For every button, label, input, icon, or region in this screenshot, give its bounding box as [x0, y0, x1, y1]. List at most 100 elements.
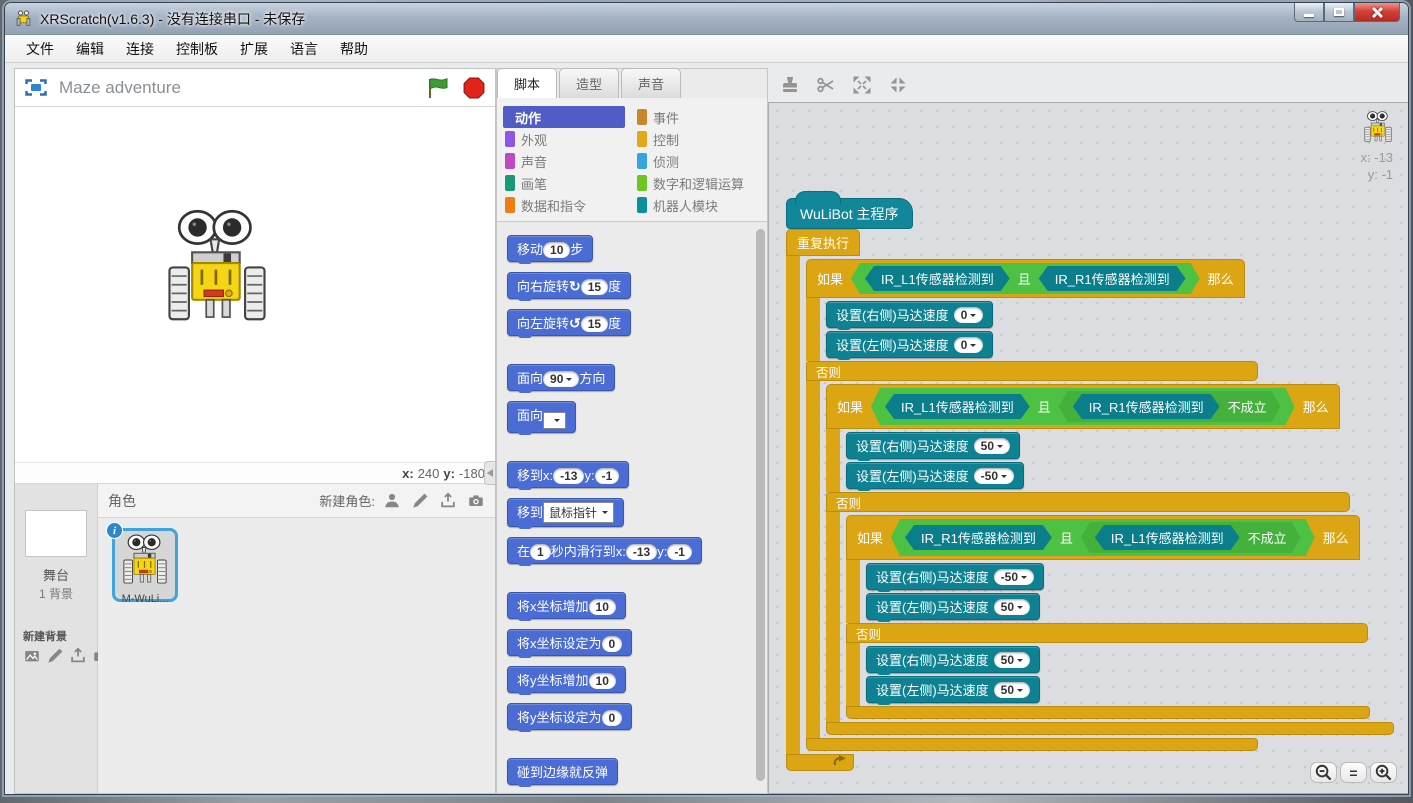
- motor-speed-dropdown[interactable]: -50: [994, 569, 1034, 585]
- zoom-in-button[interactable]: [1370, 762, 1397, 783]
- category-画笔[interactable]: 画笔: [503, 172, 635, 194]
- zoom-out-button[interactable]: [1310, 762, 1337, 783]
- category-数字和逻辑运算[interactable]: 数字和逻辑运算: [635, 172, 767, 194]
- condition-sensor[interactable]: IR_R1传感器检测到: [1039, 266, 1186, 291]
- condition-sensor[interactable]: IR_R1传感器检测到: [1073, 394, 1220, 419]
- new-backdrop-upload-button[interactable]: [69, 647, 87, 665]
- else-bar[interactable]: 否则: [826, 492, 1350, 512]
- palette-block[interactable]: 面向: [507, 401, 576, 433]
- palette-block[interactable]: 移动10步: [507, 235, 593, 262]
- category-声音[interactable]: 声音: [503, 150, 635, 172]
- block-set-motor-left[interactable]: 设置(左侧)马达速度-50: [846, 462, 1024, 489]
- condition-and[interactable]: IR_L1传感器检测到且IR_R1传感器检测到: [851, 263, 1200, 294]
- condition-sensor[interactable]: IR_L1传感器检测到: [865, 266, 1010, 291]
- menu-item-file[interactable]: 文件: [15, 35, 65, 63]
- tab-scripts[interactable]: 脚本: [497, 68, 557, 99]
- stage-thumbnail[interactable]: [25, 510, 87, 557]
- number-input[interactable]: 1: [530, 544, 551, 560]
- motor-speed-dropdown[interactable]: 50: [974, 438, 1010, 454]
- number-input[interactable]: 0: [602, 636, 623, 652]
- menu-item-board[interactable]: 控制板: [165, 35, 229, 63]
- if-header[interactable]: 如果IR_L1传感器检测到且IR_R1传感器检测到不成立那么: [826, 384, 1340, 429]
- else-bar[interactable]: 否则: [806, 361, 1258, 381]
- condition-not[interactable]: IR_L1传感器检测到不成立: [1081, 522, 1301, 553]
- number-input[interactable]: 10: [589, 599, 616, 615]
- forever-footer[interactable]: [786, 754, 854, 771]
- motor-speed-dropdown[interactable]: 50: [994, 652, 1030, 668]
- menu-item-connect[interactable]: 连接: [115, 35, 165, 63]
- motor-speed-dropdown[interactable]: -50: [974, 468, 1014, 484]
- new-backdrop-paint-button[interactable]: [46, 647, 64, 665]
- palette-block[interactable]: 移到鼠标指针: [507, 498, 624, 527]
- menu-dropdown[interactable]: 鼠标指针: [543, 502, 614, 523]
- tab-costumes[interactable]: 造型: [559, 68, 619, 99]
- block-set-motor-right[interactable]: 设置(右侧)马达速度50: [846, 432, 1020, 459]
- palette-block[interactable]: 碰到边缘就反弹: [507, 758, 618, 785]
- number-input[interactable]: -13: [553, 468, 584, 484]
- palette-block[interactable]: 将x坐标增加10: [507, 592, 626, 619]
- menu-item-language[interactable]: 语言: [279, 35, 329, 63]
- condition-sensor[interactable]: IR_R1传感器检测到: [905, 525, 1052, 550]
- number-input[interactable]: 10: [543, 242, 570, 258]
- number-input[interactable]: -1: [667, 544, 692, 560]
- condition-and[interactable]: IR_R1传感器检测到且IR_L1传感器检测到不成立: [891, 519, 1315, 556]
- motor-speed-dropdown[interactable]: 0: [954, 307, 984, 323]
- stage-sprite-wulibot[interactable]: [163, 209, 271, 333]
- palette-block[interactable]: 将y坐标设定为0: [507, 703, 632, 730]
- category-控制[interactable]: 控制: [635, 128, 767, 150]
- tab-sounds[interactable]: 声音: [621, 68, 681, 99]
- close-button[interactable]: [1354, 3, 1400, 22]
- stop-button[interactable]: [463, 77, 485, 99]
- condition-sensor[interactable]: IR_L1传感器检测到: [1095, 525, 1240, 550]
- category-数据和指令[interactable]: 数据和指令: [503, 194, 635, 216]
- menu-item-help[interactable]: 帮助: [329, 35, 379, 63]
- block-set-motor-left[interactable]: 设置(左侧)马达速度0: [826, 331, 993, 358]
- menu-item-edit[interactable]: 编辑: [65, 35, 115, 63]
- if-footer[interactable]: [806, 738, 1258, 751]
- palette-block[interactable]: 将y坐标增加10: [507, 666, 626, 693]
- green-flag-button[interactable]: [427, 77, 451, 99]
- maximize-button[interactable]: [1324, 3, 1354, 22]
- condition-not[interactable]: IR_R1传感器检测到不成立: [1059, 391, 1281, 422]
- else-bar[interactable]: 否则: [846, 623, 1368, 643]
- new-sprite-paint-button[interactable]: [411, 492, 429, 510]
- number-input[interactable]: -1: [595, 468, 620, 484]
- sprite-info-button[interactable]: i: [106, 522, 123, 539]
- forever-header[interactable]: 重复执行: [786, 229, 860, 256]
- stage-collapse-button[interactable]: [484, 461, 496, 485]
- number-input[interactable]: 10: [589, 673, 616, 689]
- number-input[interactable]: -13: [626, 544, 657, 560]
- new-sprite-camera-button[interactable]: [467, 492, 485, 510]
- menu-dropdown[interactable]: [543, 412, 566, 429]
- if-header[interactable]: 如果IR_R1传感器检测到且IR_L1传感器检测到不成立那么: [846, 515, 1360, 560]
- motor-speed-dropdown[interactable]: 50: [994, 599, 1030, 615]
- block-set-motor-right[interactable]: 设置(右侧)马达速度0: [826, 301, 993, 328]
- palette-block[interactable]: 向右旋转↻15度: [507, 272, 631, 299]
- palette-block[interactable]: 向左旋转↺15度: [507, 309, 631, 336]
- fullscreen-icon[interactable]: [25, 79, 47, 96]
- block-set-motor-right[interactable]: 设置(右侧)马达速度50: [866, 646, 1040, 673]
- block-set-motor-left[interactable]: 设置(左侧)马达速度50: [866, 676, 1040, 703]
- zoom-eq-button[interactable]: =: [1340, 762, 1367, 783]
- palette-block[interactable]: 在1秒内滑行到x:-13y:-1: [507, 537, 702, 564]
- block-set-motor-right[interactable]: 设置(右侧)马达速度-50: [866, 563, 1044, 590]
- block-hat-main-program[interactable]: WuLiBot 主程序: [786, 198, 913, 229]
- category-机器人模块[interactable]: 机器人模块: [635, 194, 767, 216]
- motor-speed-dropdown[interactable]: 50: [994, 682, 1030, 698]
- palette-block[interactable]: 面向90方向: [507, 364, 615, 391]
- if-header[interactable]: 如果IR_L1传感器检测到且IR_R1传感器检测到那么: [806, 259, 1245, 298]
- number-input[interactable]: 15: [581, 316, 608, 332]
- shrink-button[interactable]: [888, 75, 908, 95]
- palette-scrollbar[interactable]: [756, 229, 765, 781]
- new-sprite-library-button[interactable]: [383, 492, 401, 510]
- if-footer[interactable]: [846, 706, 1370, 719]
- new-sprite-upload-button[interactable]: [439, 492, 457, 510]
- motor-speed-dropdown[interactable]: 0: [954, 337, 984, 353]
- number-dropdown[interactable]: 90: [543, 371, 579, 387]
- duplicate-button[interactable]: [780, 75, 800, 95]
- category-动作[interactable]: 动作: [503, 106, 625, 128]
- condition-sensor[interactable]: IR_L1传感器检测到: [885, 394, 1030, 419]
- palette-block[interactable]: 移到x:-13y:-1: [507, 461, 629, 488]
- category-事件[interactable]: 事件: [635, 106, 767, 128]
- block-set-motor-left[interactable]: 设置(左侧)马达速度50: [866, 593, 1040, 620]
